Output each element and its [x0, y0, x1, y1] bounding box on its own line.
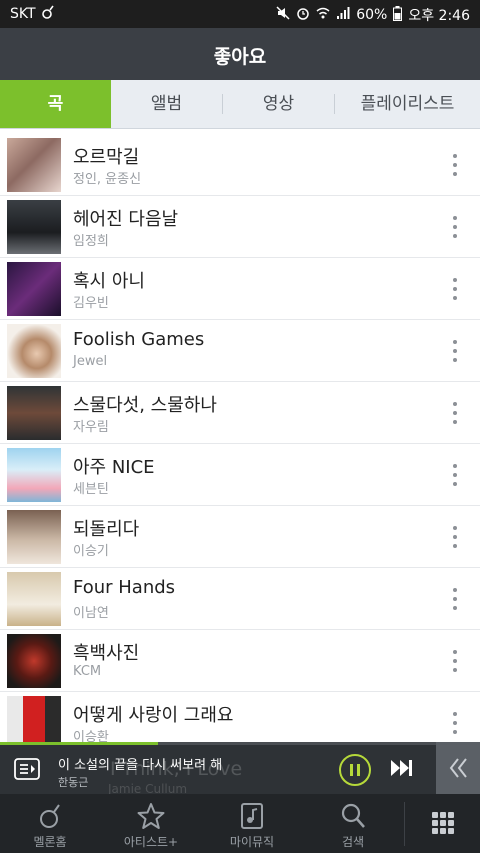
signal-icon: [336, 6, 350, 24]
tab-bar: 곡 앨범 영상 플레이리스트: [0, 80, 480, 129]
nav-label: 아티스트+: [123, 835, 179, 849]
tab-songs[interactable]: 곡: [0, 80, 111, 128]
song-artist: 이남연: [73, 606, 109, 621]
song-row[interactable]: Four Hands 이남연: [0, 568, 480, 630]
album-art: [7, 634, 61, 688]
album-art: [7, 572, 61, 626]
more-options-icon[interactable]: [452, 340, 458, 362]
title-bar: 좋아요: [0, 28, 480, 80]
album-art: [7, 324, 61, 378]
nav-my-music[interactable]: 마이뮤직: [202, 794, 302, 853]
album-art: [7, 386, 61, 440]
tab-albums[interactable]: 앨범: [111, 80, 222, 128]
song-title: 흑백사진: [73, 643, 140, 664]
album-art: [7, 448, 61, 502]
clock: 오후 2:46: [408, 8, 470, 24]
album-art: [7, 138, 61, 192]
song-row[interactable]: Foolish Games Jewel: [0, 320, 480, 382]
more-options-icon[interactable]: [452, 216, 458, 238]
song-artist: 세븐틴: [73, 482, 109, 497]
song-row[interactable]: 혹시 아니 김우빈: [0, 258, 480, 320]
album-art: [7, 200, 61, 254]
song-title: 어떻게 사랑이 그래요: [73, 705, 234, 726]
previous-track-artist: Jamie Cullum: [108, 782, 188, 794]
grid-menu-icon: [431, 812, 454, 834]
now-playing-title: 이 소설의 끝을 다시 써보려 해: [58, 758, 223, 773]
battery-percent: 60%: [356, 7, 388, 23]
battery-icon: [393, 5, 403, 25]
my-music-icon: [241, 803, 263, 829]
mute-icon: [276, 6, 290, 24]
song-title: Foolish Games: [73, 329, 205, 350]
song-title: 스물다섯, 스물하나: [73, 395, 217, 416]
alarm-icon: [296, 6, 310, 24]
song-artist: 김우빈: [73, 296, 109, 311]
song-row[interactable]: 스물다섯, 스물하나 자우림: [0, 382, 480, 444]
song-title: 혹시 아니: [73, 271, 145, 292]
song-title: 오르막길: [73, 147, 140, 168]
more-options-icon[interactable]: [452, 650, 458, 672]
nav-label: 검색: [341, 835, 365, 849]
song-title: 헤어진 다음날: [73, 209, 179, 230]
carrier-label: SKT: [10, 6, 36, 22]
nav-melon-home[interactable]: 멜론홈: [0, 794, 100, 853]
nav-label: 마이뮤직: [229, 835, 275, 849]
now-playing-artist: 한동근: [58, 776, 89, 789]
double-chevron-left-icon: [448, 757, 470, 783]
song-row[interactable]: 헤어진 다음날 임정희: [0, 196, 480, 258]
album-art: [7, 262, 61, 316]
nav-menu[interactable]: [405, 794, 480, 853]
nav-artist-plus[interactable]: 아티스트+: [101, 794, 201, 853]
wifi-icon: [316, 6, 330, 24]
star-icon: [137, 803, 165, 829]
more-options-icon[interactable]: [452, 154, 458, 176]
more-options-icon[interactable]: [452, 526, 458, 548]
song-row[interactable]: 아주 NICE 세븐틴: [0, 444, 480, 506]
album-art: [7, 510, 61, 564]
more-options-icon[interactable]: [452, 464, 458, 486]
song-artist: Jewel: [73, 354, 108, 369]
song-list: 오르막길 정인, 윤종신 헤어진 다음날 임정희 혹시 아니 김우빈 Fooli…: [0, 134, 480, 754]
nav-label: 멜론홈: [33, 835, 67, 849]
next-track-icon[interactable]: [390, 759, 414, 781]
more-options-icon[interactable]: [452, 588, 458, 610]
progress-track[interactable]: [0, 742, 480, 745]
song-title: 되돌리다: [73, 519, 140, 540]
pause-button[interactable]: [339, 754, 371, 786]
status-bar: SKT 60% 오후 2:46: [0, 0, 480, 28]
progress-fill: [0, 742, 159, 745]
tab-videos[interactable]: 영상: [223, 80, 334, 128]
song-row[interactable]: 오르막길 정인, 윤종신: [0, 134, 480, 196]
song-title: Four Hands: [73, 577, 176, 598]
song-artist: KCM: [73, 664, 102, 679]
mini-player[interactable]: I Think, I Love Jamie Cullum 이 소설의 끝을 다시…: [0, 742, 480, 794]
song-row[interactable]: 흑백사진 KCM: [0, 630, 480, 692]
page-title: 좋아요: [213, 46, 267, 68]
melon-notification-icon: [41, 5, 54, 23]
collapse-player-button[interactable]: [436, 742, 480, 794]
song-row[interactable]: 되돌리다 이승기: [0, 506, 480, 568]
song-artist: 정인, 윤종신: [73, 172, 142, 187]
more-options-icon[interactable]: [452, 402, 458, 424]
song-artist: 임정희: [73, 234, 109, 249]
more-options-icon[interactable]: [452, 278, 458, 300]
song-artist: 이승기: [73, 544, 109, 559]
song-title: 아주 NICE: [73, 457, 155, 478]
search-icon: [341, 803, 365, 828]
tab-playlists[interactable]: 플레이리스트: [335, 80, 480, 128]
bottom-navigation: 멜론홈 아티스트+ 마이뮤직 검색: [0, 794, 480, 853]
playlist-icon[interactable]: [14, 756, 40, 782]
nav-search[interactable]: 검색: [303, 794, 403, 853]
melon-home-icon: [40, 804, 60, 828]
song-artist: 자우림: [73, 420, 109, 435]
more-options-icon[interactable]: [452, 712, 458, 734]
